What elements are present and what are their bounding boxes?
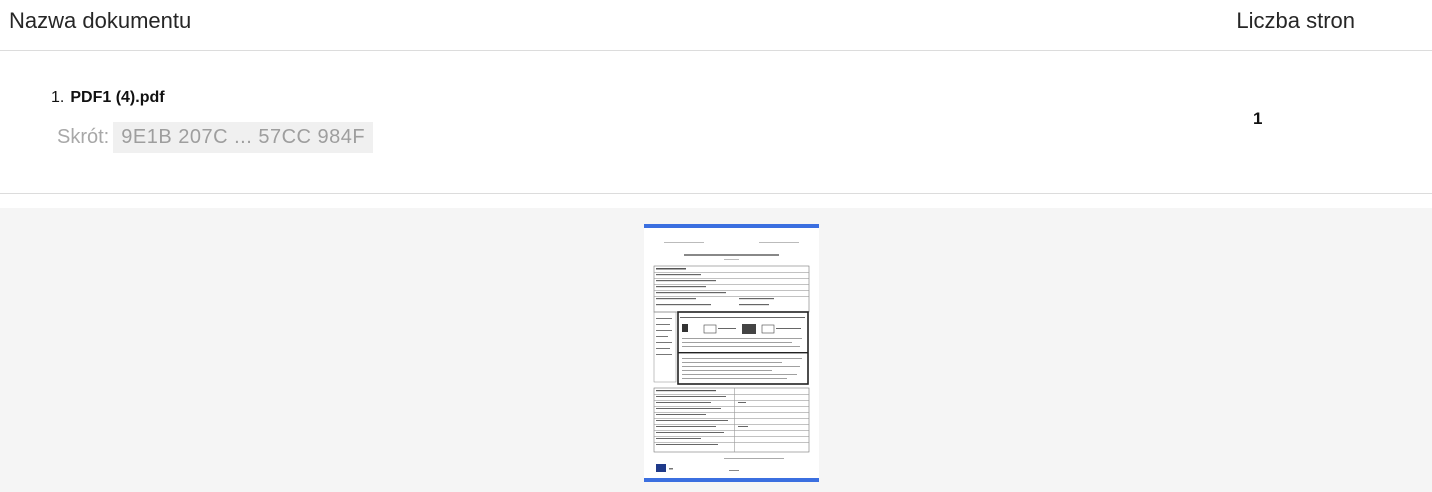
hash-label: Skrót: — [57, 125, 110, 148]
page-count: 1 — [1253, 109, 1263, 128]
page-thumbnail-image — [653, 242, 810, 472]
document-index: 1. — [51, 89, 65, 106]
hash-value[interactable]: 9E1B 207C ... 57CC 984F — [113, 121, 374, 153]
table-header: Nazwa dokumentu Liczba stron — [0, 0, 1432, 51]
document-name: PDF1 (4).pdf — [70, 89, 165, 106]
document-hash: Skrót: 9E1B 207C ... 57CC 984F — [57, 120, 374, 154]
page-thumbnail[interactable] — [644, 224, 819, 482]
column-header-document-name: Nazwa dokumentu — [9, 8, 192, 33]
document-title: 1. PDF1 (4).pdf — [51, 89, 165, 107]
document-preview-area — [0, 208, 1432, 492]
column-header-page-count: Liczba stron — [1236, 8, 1355, 33]
table-row: 1. PDF1 (4).pdf Skrót: 9E1B 207C ... 57CC… — [0, 51, 1432, 194]
